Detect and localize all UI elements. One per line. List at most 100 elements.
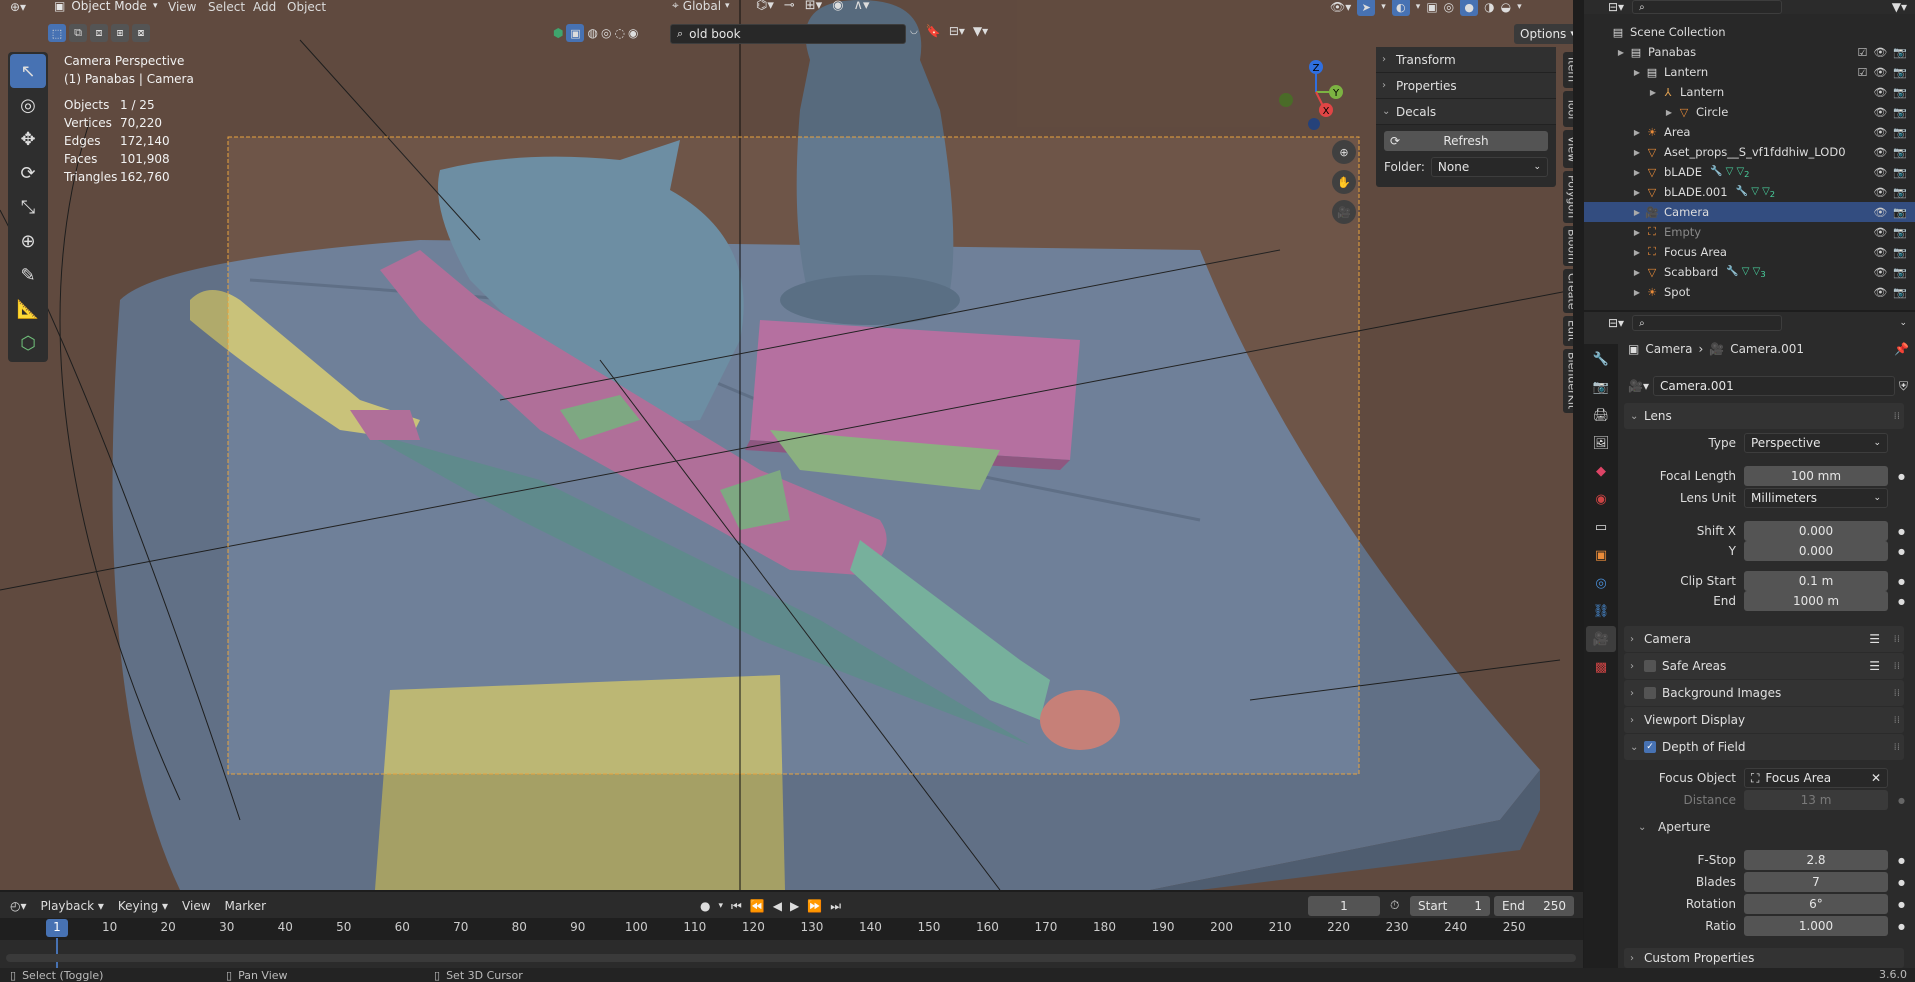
clip-end-field[interactable]: 1000 m xyxy=(1744,591,1888,611)
fstop-field[interactable]: 2.8 xyxy=(1744,850,1888,870)
select-tool-icon[interactable]: ↖ xyxy=(10,54,46,88)
outliner-row[interactable]: ▶ ▽ bLADE 🔧 ▽ ▽2 👁 📷 xyxy=(1584,162,1915,182)
tab-bloom[interactable]: Bloom xyxy=(1563,226,1573,266)
menu-object[interactable]: Object xyxy=(287,0,326,14)
keyframe-dot-icon[interactable]: ● xyxy=(1898,856,1905,865)
select-intersect-icon[interactable]: ⧇ xyxy=(132,24,150,42)
rotation-field[interactable]: 6° xyxy=(1744,894,1888,914)
drag-handle-icon[interactable]: ⁞⁞ xyxy=(1894,742,1900,753)
move-tool-icon[interactable]: ✥ xyxy=(10,122,46,156)
record-icon[interactable]: ● xyxy=(700,899,710,913)
falloff-icon[interactable]: ∧▾ xyxy=(854,0,870,13)
camera-render-icon[interactable]: 📷 xyxy=(1893,66,1907,79)
add-cube-tool-icon[interactable]: ⬡ xyxy=(10,326,46,360)
disclosure-triangle-icon[interactable]: ▶ xyxy=(1630,268,1644,277)
blades-field[interactable]: 7 xyxy=(1744,872,1888,892)
focus-object-field[interactable]: ⛶ Focus Area ✕ xyxy=(1744,768,1888,788)
camera-render-icon[interactable]: 📷 xyxy=(1893,226,1907,239)
camera-panel-header[interactable]: › Camera ☰ ⁞⁞ xyxy=(1624,626,1904,652)
annotate-tool-icon[interactable]: ✎ xyxy=(10,258,46,292)
keyframe-dot-icon[interactable]: ● xyxy=(1898,527,1905,536)
eye-icon[interactable]: 👁 xyxy=(1873,186,1887,199)
select-extend-icon[interactable]: ⧉ xyxy=(69,24,87,42)
snap-target-icon[interactable]: ⊞▾ xyxy=(805,0,822,13)
menu-view[interactable]: View xyxy=(168,0,196,14)
disclosure-triangle-icon[interactable]: ▶ xyxy=(1630,288,1644,297)
camera-render-icon[interactable]: 📷 xyxy=(1893,146,1907,159)
gizmo-toggle-icon[interactable]: ➤ xyxy=(1357,0,1376,16)
layout-icon[interactable]: ⊟▾ xyxy=(949,24,965,38)
camera-data-tab-icon[interactable]: 🎥 xyxy=(1586,626,1616,652)
safe-areas-panel-header[interactable]: › Safe Areas ☰ ⁞⁞ xyxy=(1624,653,1904,679)
material-shading-icon[interactable]: ◑ xyxy=(1484,0,1494,14)
outliner-row[interactable]: ▶ ▽ Aset_props__S_vf1fddhiw_LOD0 👁 📷 xyxy=(1584,142,1915,162)
camera-render-icon[interactable]: 📷 xyxy=(1893,166,1907,179)
tab-edit[interactable]: Edit xyxy=(1563,316,1573,346)
constraints-tab-icon[interactable]: ⛓ xyxy=(1586,598,1616,624)
folder-dropdown[interactable]: None ⌄ xyxy=(1430,157,1548,177)
object-tab-icon[interactable]: ▣ xyxy=(1586,542,1616,568)
disclosure-triangle-icon[interactable]: ▶ xyxy=(1630,228,1644,237)
ratio-field[interactable]: 1.000 xyxy=(1744,916,1888,936)
tab-item[interactable]: Item xyxy=(1563,52,1573,88)
panel-decals[interactable]: ⌄ Decals xyxy=(1376,99,1556,125)
disclosure-triangle-icon[interactable]: ▶ xyxy=(1630,168,1644,177)
filter-icon[interactable]: ▼▾ xyxy=(1892,0,1907,14)
outliner-row[interactable]: ▶ ▽ bLADE.001 🔧 ▽ ▽2 👁 📷 xyxy=(1584,182,1915,202)
outliner-search-input[interactable]: ⌕ xyxy=(1632,0,1783,14)
keyframe-dot-icon[interactable]: ● xyxy=(1898,597,1905,606)
focal-length-field[interactable]: 100 mm xyxy=(1744,466,1888,486)
cursor-tool-icon[interactable]: ◎ xyxy=(10,88,46,122)
disclosure-triangle-icon[interactable]: ▶ xyxy=(1646,88,1660,97)
prev-keyframe-icon[interactable]: ⏪ xyxy=(750,899,765,913)
exclude-checkbox[interactable]: ☑ xyxy=(1857,46,1867,59)
drag-handle-icon[interactable]: ⁞⁞ xyxy=(1894,634,1900,645)
drag-handle-icon[interactable]: ⁞⁞ xyxy=(1894,661,1900,672)
collection-tab-icon[interactable]: ▭ xyxy=(1586,514,1616,540)
background-images-panel-header[interactable]: › Background Images ⁞⁞ xyxy=(1624,680,1904,706)
shift-y-field[interactable]: 0.000 xyxy=(1744,541,1888,561)
filter-material-icon[interactable]: ◍ xyxy=(587,26,597,40)
lens-unit-dropdown[interactable]: Millimeters ⌄ xyxy=(1744,488,1888,508)
outliner-row[interactable]: ▶ ⛶ Empty 👁 📷 xyxy=(1584,222,1915,242)
menu-add[interactable]: Add xyxy=(253,0,276,14)
aperture-subpanel-header[interactable]: ⌄ Aperture xyxy=(1638,820,1711,834)
camera-render-icon[interactable]: 📷 xyxy=(1893,246,1907,259)
keyframe-dot-icon[interactable]: ● xyxy=(1898,878,1905,887)
disclosure-triangle-icon[interactable]: ▶ xyxy=(1662,108,1676,117)
rotate-tool-icon[interactable]: ⟳ xyxy=(10,156,46,190)
tab-create[interactable]: Create xyxy=(1563,269,1573,313)
transform-orientation-dropdown[interactable]: ⌖ Global ▾ xyxy=(672,0,730,13)
eye-icon[interactable]: 👁 xyxy=(1873,106,1887,119)
eye-icon[interactable]: 👁 xyxy=(1873,126,1887,139)
measure-tool-icon[interactable]: 📐 xyxy=(10,292,46,326)
stopwatch-icon[interactable]: ⏱ xyxy=(1390,898,1399,913)
next-keyframe-icon[interactable]: ⏩ xyxy=(807,899,822,913)
outliner-row[interactable]: ▶ 🎥 Camera 👁 📷 xyxy=(1584,202,1915,222)
camera-render-icon[interactable]: 📷 xyxy=(1893,46,1907,59)
color-wheel-icon[interactable]: ⬢ xyxy=(553,26,563,40)
preset-list-icon[interactable]: ☰ xyxy=(1869,632,1880,646)
transform-tool-icon[interactable]: ⊕ xyxy=(10,224,46,258)
tab-tool[interactable]: Tool xyxy=(1563,91,1573,127)
keyframe-dot-icon[interactable]: ● xyxy=(1898,472,1905,481)
menu-select[interactable]: Select xyxy=(208,0,245,14)
dof-checkbox[interactable]: ✓ xyxy=(1644,741,1656,753)
outliner-row[interactable]: ▶ ☀ Area 👁 📷 xyxy=(1584,122,1915,142)
safe-areas-checkbox[interactable] xyxy=(1644,660,1656,672)
outliner-row[interactable]: ▶ ☀ Spot 👁 📷 xyxy=(1584,282,1915,302)
eye-icon[interactable]: 👁 xyxy=(1873,166,1887,179)
eye-icon[interactable]: 👁 xyxy=(1873,246,1887,259)
lens-panel-header[interactable]: ⌄ Lens ⁞⁞ xyxy=(1624,403,1904,429)
jump-start-icon[interactable]: ⏮ xyxy=(731,899,742,914)
zoom-icon[interactable]: ⊕ xyxy=(1332,140,1356,164)
select-subtract-icon[interactable]: ⧈ xyxy=(90,24,108,42)
tool-tab-icon[interactable]: 🔧 xyxy=(1586,346,1616,372)
chevron-down-icon[interactable]: ⌄ xyxy=(1899,318,1907,328)
mode-dropdown[interactable]: ▣ Object Mode ▾ xyxy=(48,0,163,15)
chevron-down-icon[interactable]: ◡ xyxy=(910,26,918,36)
eye-icon[interactable]: 👁 xyxy=(1873,226,1887,239)
pivot-icon[interactable]: ⌬▾ xyxy=(756,0,774,13)
lens-type-dropdown[interactable]: Perspective ⌄ xyxy=(1744,433,1888,453)
disclosure-triangle-icon[interactable]: ▶ xyxy=(1630,128,1644,137)
